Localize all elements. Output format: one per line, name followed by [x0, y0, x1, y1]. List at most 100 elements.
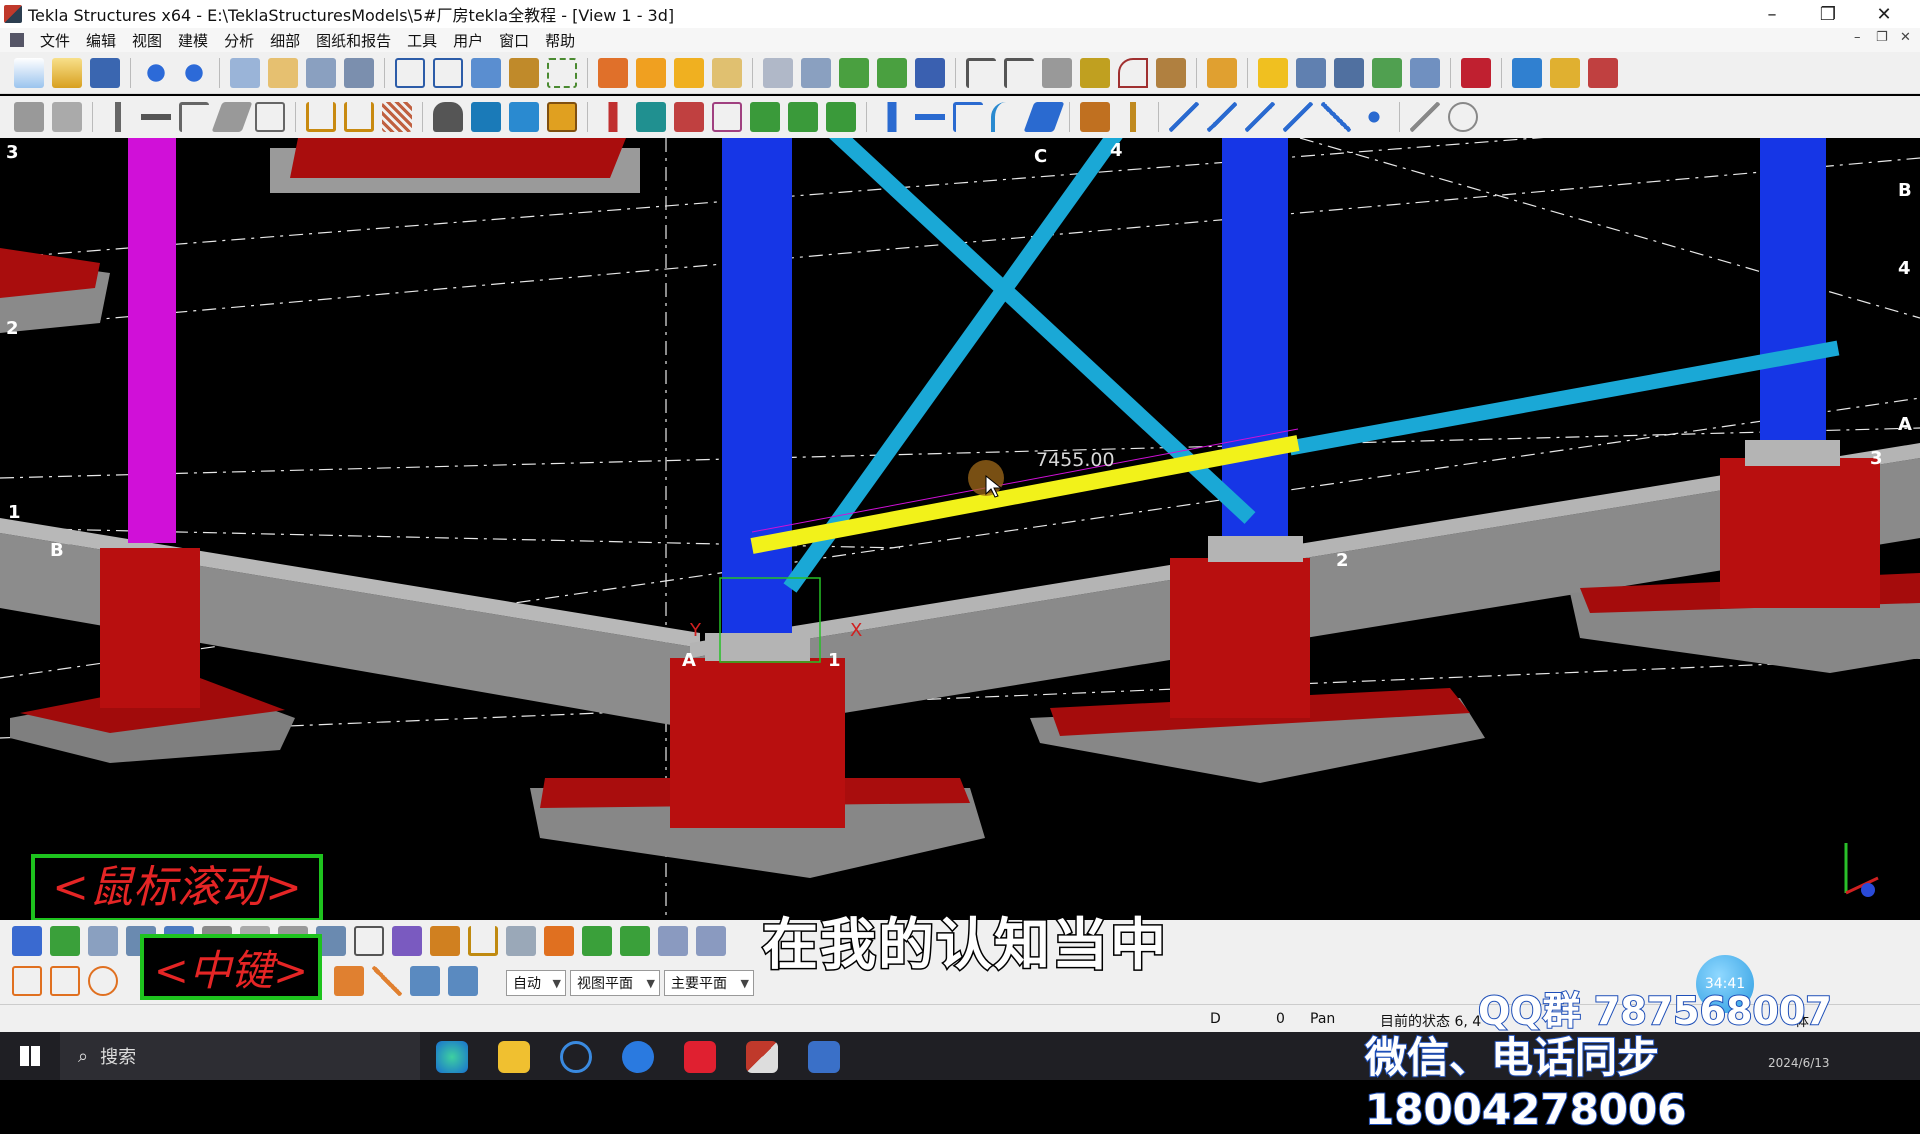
- snap-line-icon[interactable]: [1169, 102, 1199, 132]
- column-magenta[interactable]: [128, 138, 176, 543]
- footing-rear-left[interactable]: [270, 138, 640, 193]
- menu-detailing[interactable]: 细部: [262, 30, 308, 51]
- applications-icon[interactable]: [1550, 57, 1580, 88]
- tekla-taskbar-icon[interactable]: [746, 1041, 778, 1073]
- xyz-icon[interactable]: [598, 57, 628, 88]
- cad-app-icon[interactable]: [808, 1041, 840, 1073]
- pin-icon[interactable]: [1207, 57, 1237, 88]
- column-icon[interactable]: [103, 102, 133, 132]
- box-icon[interactable]: [674, 57, 704, 88]
- select-plane-icon[interactable]: [506, 926, 536, 956]
- grid-icon[interactable]: [966, 57, 996, 88]
- edge-browser-icon[interactable]: [436, 1041, 468, 1073]
- select-rect-icon[interactable]: [354, 926, 384, 956]
- plane-icon[interactable]: [636, 57, 666, 88]
- move-tool-icon[interactable]: [801, 57, 831, 88]
- grid-line-icon[interactable]: [1004, 57, 1034, 88]
- column-blue-far-right[interactable]: [1760, 138, 1826, 458]
- pad-footing-icon[interactable]: [1080, 102, 1110, 132]
- menu-drawings-reports[interactable]: 图纸和报告: [308, 30, 399, 51]
- green-connection-icon[interactable]: [750, 102, 780, 132]
- file-explorer-icon[interactable]: [498, 1041, 530, 1073]
- select-object-2-icon[interactable]: [620, 926, 650, 956]
- 3d-viewport[interactable]: 7455.00 3 2 1 B C 4 B 4 A 3 A 1 2 Y X <鼠: [0, 138, 1920, 920]
- snap-center-icon[interactable]: [1448, 102, 1478, 132]
- view-list-icon[interactable]: [433, 57, 463, 88]
- polybeam-icon[interactable]: [179, 102, 209, 132]
- select-all-icon[interactable]: [12, 926, 42, 956]
- shape-icon[interactable]: [712, 57, 742, 88]
- strip-footing-icon[interactable]: [1118, 102, 1148, 132]
- snap-settings-icon[interactable]: [14, 102, 44, 132]
- bolt-icon[interactable]: [306, 102, 336, 132]
- drawing-list-icon[interactable]: [1334, 57, 1364, 88]
- angle-icon[interactable]: [1080, 57, 1110, 88]
- x-brace-2[interactable]: [783, 138, 1123, 593]
- snap-intersection-icon[interactable]: [1321, 102, 1351, 132]
- beam-icon[interactable]: [141, 102, 171, 132]
- k-app-icon[interactable]: [622, 1041, 654, 1073]
- view-properties-icon[interactable]: [471, 57, 501, 88]
- main-plane-select[interactable]: 主要平面 ▼: [664, 970, 754, 996]
- search-app-icon[interactable]: [560, 1041, 592, 1073]
- component-icon[interactable]: [839, 57, 869, 88]
- snap-free-icon[interactable]: [1410, 102, 1440, 132]
- macro-icon[interactable]: [1512, 57, 1542, 88]
- select-reference-icon[interactable]: [544, 926, 574, 956]
- select-assembly-icon[interactable]: [392, 926, 422, 956]
- cut-icon[interactable]: [509, 57, 539, 88]
- work-area-icon[interactable]: [547, 57, 577, 88]
- arrow-tool-icon[interactable]: [763, 57, 793, 88]
- redo-icon[interactable]: [179, 57, 209, 88]
- component-2-icon[interactable]: [877, 57, 907, 88]
- blue-polybeam-icon[interactable]: [953, 102, 983, 132]
- menu-modeling[interactable]: 建模: [170, 30, 216, 51]
- mdi-minimize-icon[interactable]: –: [1854, 30, 1861, 45]
- print-icon[interactable]: [306, 57, 336, 88]
- snap-plane-2-icon[interactable]: [448, 966, 478, 996]
- report-icon[interactable]: [1296, 57, 1326, 88]
- arc-icon[interactable]: [1118, 57, 1148, 88]
- catalog-icon[interactable]: [1410, 57, 1440, 88]
- paste-icon[interactable]: [268, 57, 298, 88]
- undo-icon[interactable]: [141, 57, 171, 88]
- copy-icon[interactable]: [230, 57, 260, 88]
- restore-button[interactable]: ❐: [1800, 0, 1856, 28]
- snap-perpendicular-icon[interactable]: [1283, 102, 1313, 132]
- green-connection-3-icon[interactable]: [826, 102, 856, 132]
- menu-tools[interactable]: 工具: [399, 30, 445, 51]
- plate-icon[interactable]: [211, 102, 253, 132]
- menu-window[interactable]: 窗口: [491, 30, 537, 51]
- close-button[interactable]: ✕: [1856, 0, 1912, 28]
- mdi-restore-icon[interactable]: ❐: [1876, 30, 1888, 45]
- blue-beam-icon[interactable]: [915, 102, 945, 132]
- snap-circle-icon[interactable]: [88, 966, 118, 996]
- tie-beam[interactable]: [1288, 340, 1840, 456]
- view-icon[interactable]: [395, 57, 425, 88]
- menu-analysis[interactable]: 分析: [216, 30, 262, 51]
- minimize-button[interactable]: –: [1744, 0, 1800, 28]
- select-grid-points-2-icon[interactable]: [696, 926, 726, 956]
- select-part-icon[interactable]: [88, 926, 118, 956]
- mdi-close-icon[interactable]: ✕: [1900, 30, 1911, 45]
- menu-file[interactable]: 文件: [32, 30, 78, 51]
- new-icon[interactable]: [14, 57, 44, 88]
- pink-tool-icon[interactable]: [712, 102, 742, 132]
- organizer-icon[interactable]: [1372, 57, 1402, 88]
- measure-icon[interactable]: [1042, 57, 1072, 88]
- snap-parallel-icon[interactable]: [1245, 102, 1275, 132]
- snap-point-icon[interactable]: [1359, 102, 1389, 132]
- select-grid-points-icon[interactable]: [658, 926, 688, 956]
- column-blue-center[interactable]: [722, 138, 792, 653]
- model-canvas[interactable]: 7455.00 3 2 1 B C 4 B 4 A 3 A 1 2 Y X <鼠: [0, 138, 1920, 920]
- dimension-icon[interactable]: [1156, 57, 1186, 88]
- blue-column-icon[interactable]: [877, 102, 907, 132]
- green-connection-2-icon[interactable]: [788, 102, 818, 132]
- teal-beam-icon[interactable]: [636, 102, 666, 132]
- menu-edit[interactable]: 编辑: [78, 30, 124, 51]
- cut-part-icon[interactable]: [382, 102, 412, 132]
- snap-midpoint-icon[interactable]: [1207, 102, 1237, 132]
- weld-icon[interactable]: [344, 102, 374, 132]
- select-bolt-group-icon[interactable]: [468, 926, 498, 956]
- snap-nearest-icon[interactable]: [334, 966, 364, 996]
